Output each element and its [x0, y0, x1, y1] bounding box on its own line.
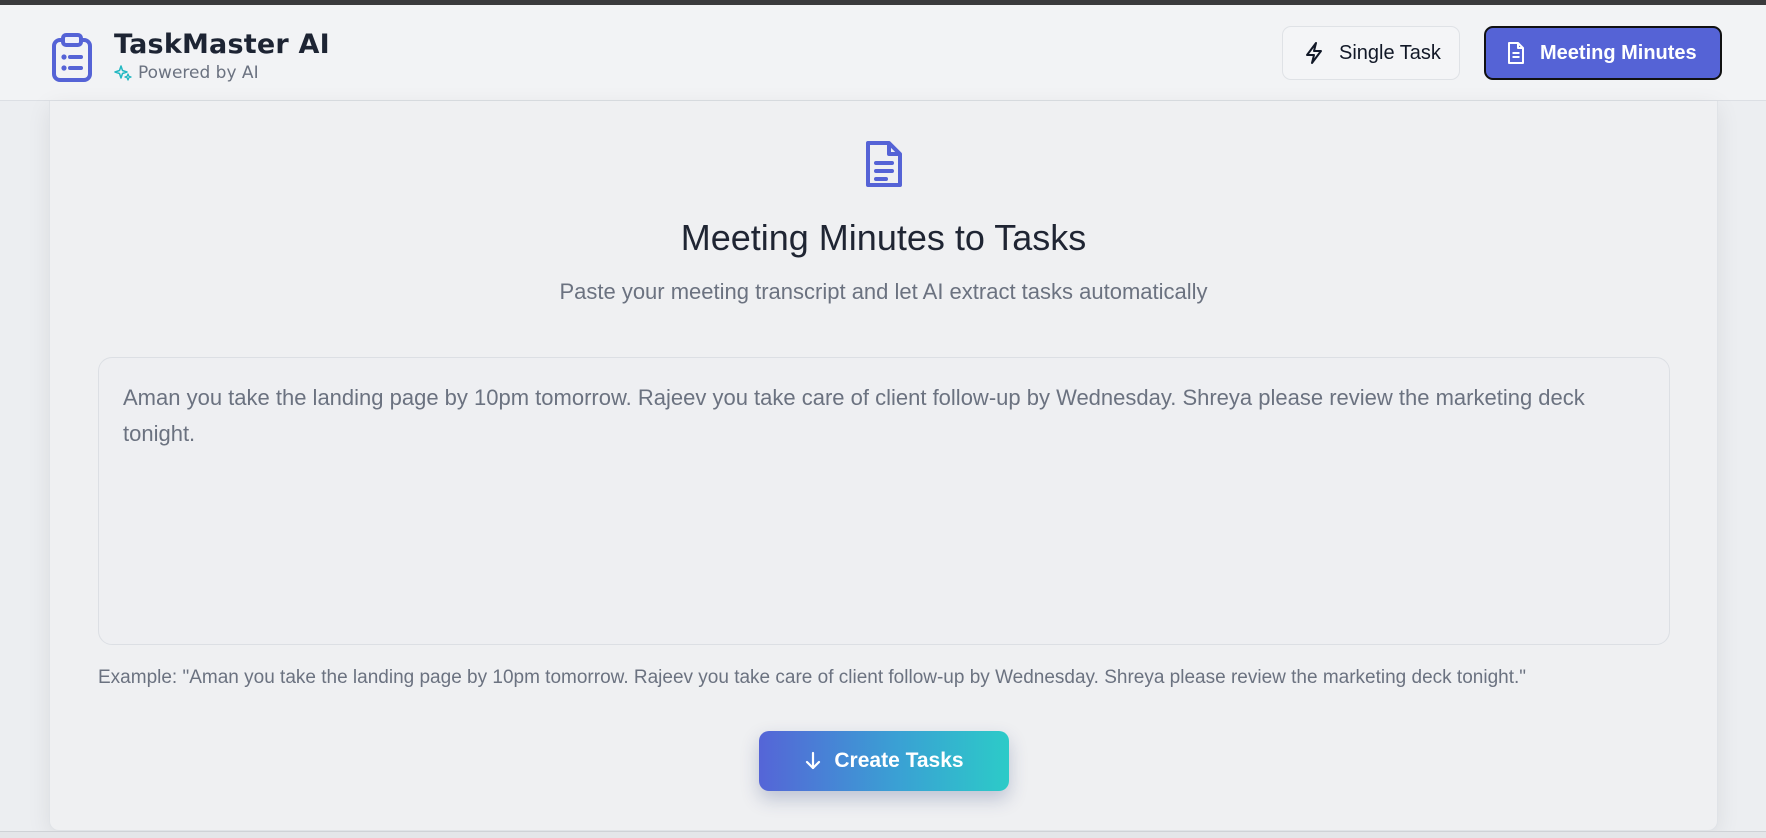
mode-switcher: Single Task Meeting Minutes — [1282, 26, 1722, 80]
document-icon — [1508, 42, 1524, 64]
meeting-minutes-button[interactable]: Meeting Minutes — [1484, 26, 1722, 80]
single-task-button[interactable]: Single Task — [1282, 26, 1460, 80]
arrow-down-icon — [806, 751, 821, 770]
app-title: TaskMaster AI — [114, 29, 330, 60]
sparkles-icon — [114, 65, 132, 81]
page-title: Meeting Minutes to Tasks — [680, 217, 1087, 258]
meeting-minutes-card: Meeting Minutes to Tasks Paste your meet… — [49, 101, 1718, 831]
app-subtitle: Powered by AI — [138, 63, 259, 83]
single-task-label: Single Task — [1339, 41, 1441, 64]
meeting-minutes-label: Meeting Minutes — [1540, 41, 1697, 64]
create-tasks-label: Create Tasks — [834, 749, 964, 772]
app-header: TaskMaster AI Powered by AI Single Task — [0, 5, 1766, 101]
lightning-icon — [1306, 42, 1322, 64]
clipboard-list-icon — [52, 33, 92, 82]
example-hint: Example: "Aman you take the landing page… — [98, 667, 1527, 688]
document-icon — [866, 141, 902, 187]
brand: TaskMaster AI Powered by AI — [50, 29, 330, 83]
page-subtitle: Paste your meeting transcript and let AI… — [559, 279, 1208, 304]
create-tasks-button[interactable]: Create Tasks — [759, 731, 1009, 791]
transcript-input[interactable]: Aman you take the landing page by 10pm t… — [98, 357, 1670, 645]
window-bottom-edge — [0, 831, 1766, 838]
